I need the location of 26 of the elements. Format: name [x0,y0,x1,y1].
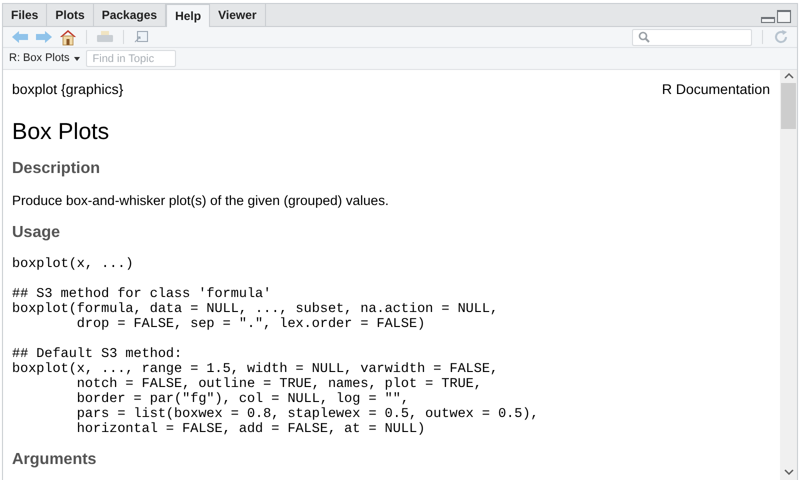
pane-tab[interactable]: Help [166,4,210,27]
search-field[interactable] [632,28,752,46]
home-icon[interactable] [59,28,77,46]
maximize-icon[interactable] [777,10,791,23]
search-icon [638,31,650,43]
usage-code: ## S3 method for class 'formula' boxplot(formula, data = NULL, ..., subset, na.action = NULL, drop = FALSE, sep = ".", lex.order = FALSE) [12,287,498,332]
package-label: boxplot {graphics} [12,81,124,97]
page-title: Box Plots [12,117,110,145]
printer-icon[interactable] [96,30,114,44]
minimize-icon[interactable] [761,15,775,23]
refresh-icon[interactable] [773,29,789,45]
caret-icon [74,56,80,60]
documentation-label: R Documentation [662,81,770,97]
scrollbar-thumb[interactable] [781,83,796,129]
scrollbar[interactable] [780,70,797,480]
description-text: Produce box-and-whisker plot(s) of the given (grouped) values. [12,193,389,209]
section-heading: Description [12,159,100,179]
find-in-topic-field[interactable]: Find in Topic [86,50,176,67]
section-heading: Usage [12,223,60,243]
usage-code: boxplot(x, ...) [12,257,134,272]
section-heading: Arguments [12,450,96,470]
popout-window-icon[interactable] [133,30,149,44]
back-arrow-icon[interactable] [11,30,29,44]
forward-arrow-icon[interactable] [35,30,53,44]
usage-code: ## Default S3 method: boxplot(x, ..., range = 1.5, width = NULL, varwidth = FALSE, notch = FALSE, outline = TRUE, names, plot = TRUE, border = par("fg"), col = NULL, log = "", pars = list(boxwex = 0.8, staplewex = 0.5, outwex = 0.5), horizontal = FALSE, add = FALSE, at = NULL) [12,347,539,437]
topic-dropdown[interactable]: R: Box Plots [9,50,80,67]
